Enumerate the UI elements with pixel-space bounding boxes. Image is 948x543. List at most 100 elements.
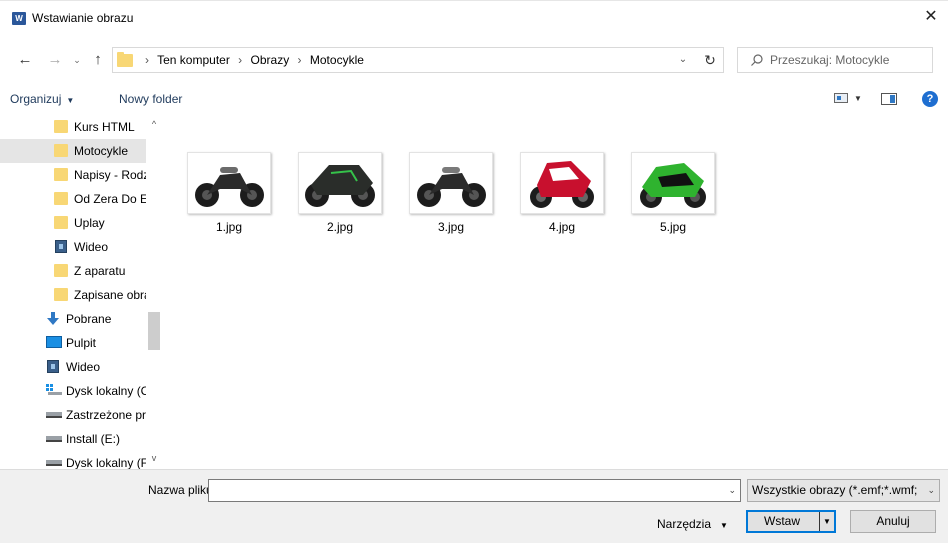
- search-box[interactable]: Przeszukaj: Motocykle: [737, 47, 933, 73]
- scroll-up-arrow[interactable]: ^: [146, 119, 162, 129]
- sidebar-item-label: Kurs HTML: [74, 120, 135, 134]
- download-icon: [47, 312, 59, 325]
- command-toolbar: Organizuj ▼ Nowy folder ▼ ?: [0, 86, 948, 112]
- file-item[interactable]: 1.jpg: [181, 152, 277, 242]
- chevron-down-icon: ▼: [720, 521, 728, 530]
- file-item[interactable]: 2.jpg: [292, 152, 388, 242]
- organize-button[interactable]: Organizuj ▼: [10, 86, 74, 112]
- drive-icon: [46, 460, 62, 466]
- os-drive-icon: [46, 384, 62, 395]
- cancel-button[interactable]: Anuluj: [850, 510, 936, 533]
- navigation-bar: ← → ⌄ ↑ › Ten komputer › Obrazy › Motocy…: [0, 44, 948, 76]
- file-item[interactable]: 3.jpg: [403, 152, 499, 242]
- sidebar-item-label: Dysk lokalny (C: [66, 384, 146, 398]
- desktop-icon: [46, 336, 62, 348]
- forward-button[interactable]: →: [44, 49, 66, 71]
- folder-icon: [54, 144, 68, 157]
- drive-icon: [46, 412, 62, 418]
- preview-pane-icon[interactable]: [881, 93, 897, 105]
- sidebar-item-label: Pulpit: [66, 336, 97, 350]
- help-icon[interactable]: ?: [922, 91, 938, 107]
- file-name: 1.jpg: [215, 220, 243, 234]
- breadcrumb: › Ten komputer › Obrazy › Motocykle: [140, 48, 364, 72]
- breadcrumb-motocykle[interactable]: Motocykle: [310, 53, 364, 67]
- sidebar-item-label: Wideo: [74, 240, 109, 254]
- sidebar-item-motocykle[interactable]: Motocykle: [0, 139, 146, 163]
- address-bar[interactable]: › Ten komputer › Obrazy › Motocykle ⌄ ↻: [112, 47, 724, 73]
- dialog-footer: Nazwa pliku: ⌄ Wszystkie obrazy (*.emf;*…: [0, 469, 948, 543]
- sidebar-item-od-zera[interactable]: Od Zera Do E: [0, 187, 146, 211]
- file-name: 2.jpg: [326, 220, 354, 234]
- sidebar-item-z-aparatu[interactable]: Z aparatu: [0, 259, 146, 283]
- sidebar-item-label: Z aparatu: [74, 264, 126, 278]
- back-button[interactable]: ←: [14, 49, 36, 71]
- motorcycle-thumbnail: [530, 161, 594, 208]
- change-view-icon[interactable]: [834, 93, 848, 103]
- file-name: 3.jpg: [437, 220, 465, 234]
- sidebar-item-label: Install (E:): [66, 432, 121, 446]
- sidebar-item-label: Wideo: [66, 360, 101, 374]
- sidebar-item-pobrane[interactable]: Pobrane: [0, 307, 146, 331]
- title-bar: W Wstawianie obrazu ✕: [0, 0, 948, 34]
- search-input[interactable]: Przeszukaj: Motocykle: [770, 48, 889, 72]
- insert-split-button[interactable]: Wstaw ▼: [746, 510, 836, 533]
- scroll-thumb[interactable]: [148, 312, 160, 350]
- sidebar-item-wideo-sub[interactable]: Wideo: [0, 235, 146, 259]
- sidebar-item-kurs-html[interactable]: Kurs HTML: [0, 115, 146, 139]
- insert-options-dropdown[interactable]: ▼: [819, 512, 834, 531]
- sidebar-item-label: Zastrzeżone prz: [66, 408, 146, 422]
- tools-menu-button[interactable]: Narzędzia ▼: [657, 516, 728, 532]
- view-options-dropdown[interactable]: ▼: [854, 86, 862, 112]
- file-type-filter-value: Wszystkie obrazy (*.emf;*.wmf;: [752, 483, 918, 497]
- new-folder-button[interactable]: Nowy folder: [119, 86, 182, 112]
- file-item[interactable]: 5.jpg: [625, 152, 721, 242]
- navigation-scrollbar[interactable]: ^ v: [146, 115, 162, 469]
- image-thumbnail: [520, 152, 604, 214]
- sidebar-item-pulpit[interactable]: Pulpit: [0, 331, 146, 355]
- video-icon: [47, 360, 59, 373]
- video-icon: [55, 240, 67, 253]
- folder-icon: [117, 52, 133, 67]
- sidebar-item-label: Pobrane: [66, 312, 112, 326]
- chevron-down-icon: ⌄: [927, 485, 935, 495]
- word-app-icon: W: [12, 12, 26, 25]
- file-type-filter[interactable]: Wszystkie obrazy (*.emf;*.wmf; ⌄: [747, 479, 940, 502]
- window-title: Wstawianie obrazu: [32, 11, 134, 25]
- folder-icon: [54, 288, 68, 301]
- navigation-pane: Kurs HTML Motocykle Napisy - Rodz Od Zer…: [0, 115, 162, 469]
- filename-combobox[interactable]: ⌄: [208, 479, 741, 502]
- folder-icon: [54, 192, 68, 205]
- tools-label: Narzędzia: [657, 517, 712, 531]
- motorcycle-thumbnail: [417, 167, 486, 207]
- file-item[interactable]: 4.jpg: [514, 152, 610, 242]
- sidebar-item-dysk-c[interactable]: Dysk lokalny (C: [0, 379, 146, 403]
- sidebar-item-dysk-f[interactable]: Dysk lokalny (F: [0, 451, 146, 469]
- sidebar-item-install-e[interactable]: Install (E:): [0, 427, 146, 451]
- file-list[interactable]: 1.jpg 2.jpg 3.jpg 4.jpg 5.jpg: [165, 115, 948, 469]
- insert-button[interactable]: Wstaw: [747, 511, 817, 532]
- up-button[interactable]: ↑: [88, 49, 108, 71]
- close-button[interactable]: ✕: [914, 2, 948, 32]
- image-thumbnail: [409, 152, 493, 214]
- filename-field[interactable]: [209, 480, 714, 501]
- sidebar-item-uplay[interactable]: Uplay: [0, 211, 146, 235]
- sidebar-item-zapisane-obrazy[interactable]: Zapisane obra: [0, 283, 146, 307]
- sidebar-item-wideo[interactable]: Wideo: [0, 355, 146, 379]
- refresh-button[interactable]: ↻: [698, 48, 722, 72]
- sidebar-item-label: Napisy - Rodz: [74, 168, 146, 182]
- chevron-down-icon[interactable]: ⌄: [728, 480, 736, 501]
- address-dropdown-button[interactable]: ⌄: [673, 48, 693, 72]
- sidebar-item-label: Motocykle: [74, 144, 129, 158]
- file-name: 5.jpg: [659, 220, 687, 234]
- filename-label: Nazwa pliku:: [148, 483, 217, 497]
- sidebar-item-napisy[interactable]: Napisy - Rodz: [0, 163, 146, 187]
- image-thumbnail: [631, 152, 715, 214]
- file-name: 4.jpg: [548, 220, 576, 234]
- breadcrumb-obrazy[interactable]: Obrazy: [251, 53, 290, 67]
- sidebar-item-zastrzezone[interactable]: Zastrzeżone prz: [0, 403, 146, 427]
- breadcrumb-separator[interactable]: ›: [238, 53, 242, 67]
- breadcrumb-ten-komputer[interactable]: Ten komputer: [157, 53, 230, 67]
- breadcrumb-separator[interactable]: ›: [298, 53, 302, 67]
- scroll-down-arrow[interactable]: v: [146, 453, 162, 465]
- recent-locations-button[interactable]: ⌄: [70, 49, 84, 71]
